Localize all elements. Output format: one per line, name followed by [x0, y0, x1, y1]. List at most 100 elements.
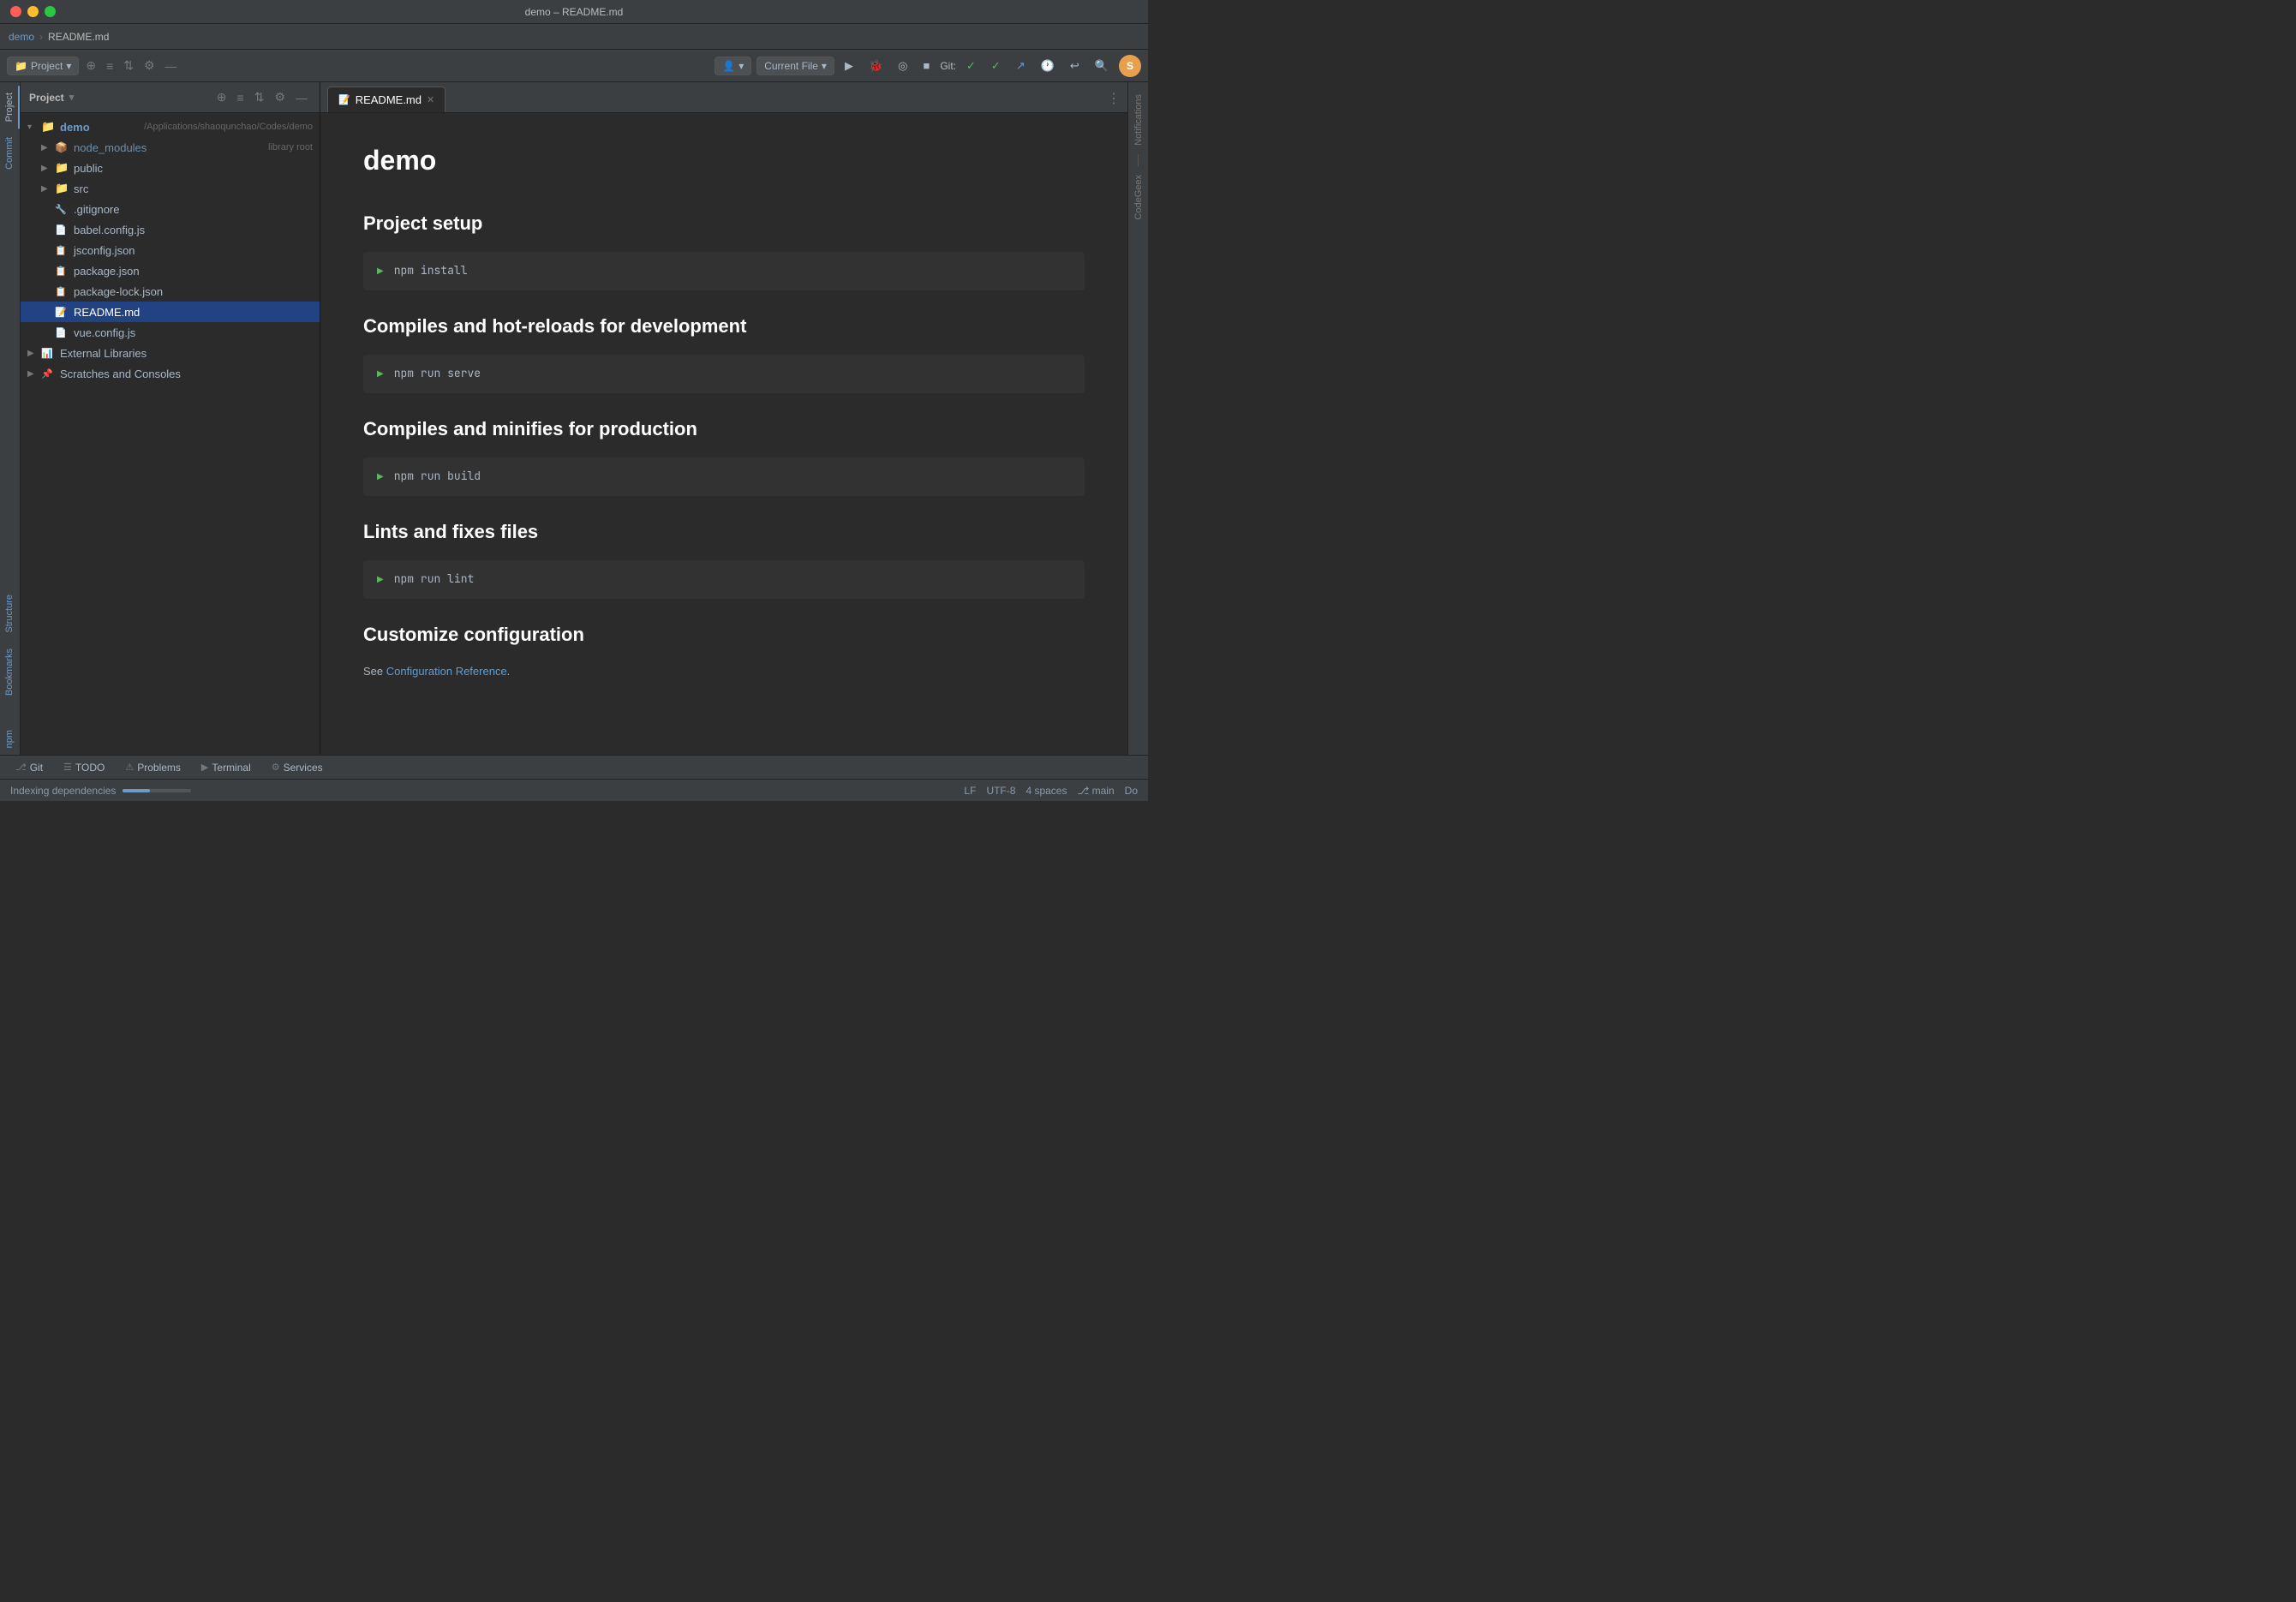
project-dropdown[interactable]: 📁 Project ▾	[7, 57, 79, 75]
breadcrumb-file[interactable]: README.md	[48, 31, 109, 43]
toolbar-right: 👤▾ Current File ▾ ▶ 🐞 ◎ ■ Git: ✓ ✓ ↗ 🕐 ↩…	[715, 55, 1141, 77]
tab-readme-label: README.md	[356, 93, 422, 106]
git-check2-button[interactable]: ✓	[986, 56, 1006, 76]
tab-bar: 📝 README.md ✕ ⋮	[320, 82, 1127, 113]
tab-close-button[interactable]: ✕	[427, 94, 434, 105]
filter-button[interactable]: ⇅	[120, 57, 137, 75]
title-bar: demo – README.md	[0, 0, 1148, 24]
file-panel-dropdown-arrow[interactable]: ▾	[69, 92, 75, 103]
search-button[interactable]: 🔍	[1090, 56, 1114, 76]
markdown-customize-paragraph: See Configuration Reference.	[363, 663, 1085, 681]
list-item-readme[interactable]: 📝 README.md	[21, 302, 320, 322]
bottom-tab-git[interactable]: ⎇ Git	[7, 758, 51, 777]
tab-readme[interactable]: 📝 README.md ✕	[327, 87, 445, 112]
list-item[interactable]: 📄 vue.config.js	[21, 322, 320, 343]
stop-button[interactable]: ■	[918, 56, 935, 75]
collapse-all-files-button[interactable]: ⊕	[213, 88, 230, 106]
sort-files-button[interactable]: ≡	[234, 88, 248, 106]
bottom-tab-todo[interactable]: ☰ TODO	[55, 758, 113, 777]
tree-scratches-consoles[interactable]: ▶ 📌 Scratches and Consoles	[21, 363, 320, 384]
close-files-button[interactable]: —	[292, 88, 311, 106]
file-panel-title: Project	[29, 92, 64, 104]
toolbar-left: 📁 Project ▾ ⊕ ≡ ⇅ ⚙ —	[7, 57, 711, 75]
filter-files-button[interactable]: ⇅	[251, 88, 268, 106]
run-button[interactable]: ▶	[840, 56, 858, 76]
settings-button[interactable]: ⚙	[141, 57, 158, 75]
list-item[interactable]: 📋 package.json	[21, 260, 320, 281]
sidebar-item-npm[interactable]: npm	[1, 723, 20, 755]
editor-area: 📝 README.md ✕ ⋮ demo Project setup ▶ npm…	[320, 82, 1127, 755]
sidebar-item-commit[interactable]: Commit	[1, 130, 20, 176]
code-block-build: ▶ npm run build	[363, 457, 1085, 496]
todo-icon: ☰	[63, 762, 72, 773]
encoding-label[interactable]: UTF-8	[986, 785, 1015, 797]
git-history-button[interactable]: 🕐	[1036, 56, 1060, 76]
code-block-serve: ▶ npm run serve	[363, 355, 1085, 393]
breadcrumb-project[interactable]: demo	[9, 31, 34, 43]
list-item[interactable]: ▶ 📁 public	[21, 158, 320, 178]
git-check-button[interactable]: ✓	[961, 56, 981, 76]
sidebar-item-structure[interactable]: Structure	[1, 588, 20, 640]
right-tab-codegex[interactable]: CodeGeex	[1130, 170, 1147, 225]
debug-button[interactable]: 🐞	[864, 56, 888, 76]
branch-label[interactable]: ⎇ main	[1077, 785, 1114, 797]
code-arrow-icon: ▶	[377, 470, 384, 484]
window-title: demo – README.md	[525, 6, 624, 18]
code-install: npm install	[394, 262, 468, 280]
tree-external-libraries[interactable]: ▶ 📊 External Libraries	[21, 343, 320, 363]
spaces-label[interactable]: 4 spaces	[1025, 785, 1067, 797]
list-item[interactable]: ▶ 📦 node_modules library root	[21, 137, 320, 158]
settings-files-button[interactable]: ⚙	[271, 88, 289, 106]
close-panel-button[interactable]: —	[162, 57, 181, 75]
code-block-lint: ▶ npm run lint	[363, 560, 1085, 599]
markdown-section-2-h2: Compiles and minifies for production	[363, 414, 1085, 444]
maximize-button[interactable]	[45, 6, 56, 17]
markdown-content: demo Project setup ▶ npm install Compile…	[320, 113, 1127, 755]
list-item[interactable]: ▶ 📁 src	[21, 178, 320, 199]
tab-more-button[interactable]: ⋮	[1107, 90, 1121, 112]
git-icon: ⎇	[15, 762, 27, 773]
traffic-lights	[10, 6, 56, 17]
undo-button[interactable]: ↩	[1065, 56, 1085, 76]
bottom-toolbar: ⎇ Git ☰ TODO ⚠ Problems ▶ Terminal ⚙ Ser…	[0, 755, 1148, 779]
avatar[interactable]: S	[1119, 55, 1141, 77]
right-tab-notifications[interactable]: Notifications	[1130, 89, 1147, 151]
current-file-dropdown[interactable]: Current File ▾	[756, 57, 834, 75]
sidebar-item-bookmarks[interactable]: Bookmarks	[1, 642, 20, 702]
coverage-button[interactable]: ◎	[893, 56, 912, 76]
bottom-tab-problems[interactable]: ⚠ Problems	[117, 758, 189, 777]
services-icon: ⚙	[272, 762, 280, 773]
list-item[interactable]: 📄 babel.config.js	[21, 219, 320, 240]
markdown-section-1-h2: Compiles and hot-reloads for development	[363, 311, 1085, 341]
bottom-tab-services[interactable]: ⚙ Services	[263, 758, 332, 777]
git-label: Git:	[940, 60, 956, 72]
list-item[interactable]: 📋 jsconfig.json	[21, 240, 320, 260]
minimize-button[interactable]	[27, 6, 39, 17]
progress-bar	[123, 789, 191, 792]
markdown-section-0-h2: Project setup	[363, 208, 1085, 238]
status-right: LF UTF-8 4 spaces ⎇ main Do	[964, 785, 1138, 797]
file-panel-header: Project ▾ ⊕ ≡ ⇅ ⚙ —	[21, 82, 320, 113]
user-dropdown[interactable]: 👤▾	[715, 57, 751, 75]
code-lint: npm run lint	[394, 571, 475, 589]
bottom-tab-terminal[interactable]: ▶ Terminal	[193, 758, 260, 777]
sort-button[interactable]: ≡	[103, 57, 117, 75]
code-arrow-icon: ▶	[377, 368, 384, 381]
left-sidebar-tabs: Project Commit Structure Bookmarks npm	[0, 82, 21, 755]
list-item[interactable]: 📋 package-lock.json	[21, 281, 320, 302]
problems-icon: ⚠	[125, 762, 134, 773]
tree-root-label: demo	[60, 121, 139, 134]
tree-root[interactable]: ▾ 📁 demo /Applications/shaoqunchao/Codes…	[21, 117, 320, 137]
configuration-reference-link[interactable]: Configuration Reference	[386, 665, 507, 678]
collapse-all-button[interactable]: ⊕	[82, 57, 99, 75]
do-label[interactable]: Do	[1125, 785, 1138, 797]
indexing-progress: Indexing dependencies	[10, 785, 191, 797]
close-button[interactable]	[10, 6, 21, 17]
markdown-section-3-h2: Lints and fixes files	[363, 517, 1085, 547]
code-arrow-icon: ▶	[377, 573, 384, 587]
git-push-button[interactable]: ↗	[1011, 56, 1031, 76]
file-panel: Project ▾ ⊕ ≡ ⇅ ⚙ — ▾ 📁 demo /Applicatio…	[21, 82, 320, 755]
sidebar-item-project[interactable]: Project	[1, 86, 20, 129]
list-item[interactable]: 🔧 .gitignore	[21, 199, 320, 219]
lf-label[interactable]: LF	[964, 785, 976, 797]
